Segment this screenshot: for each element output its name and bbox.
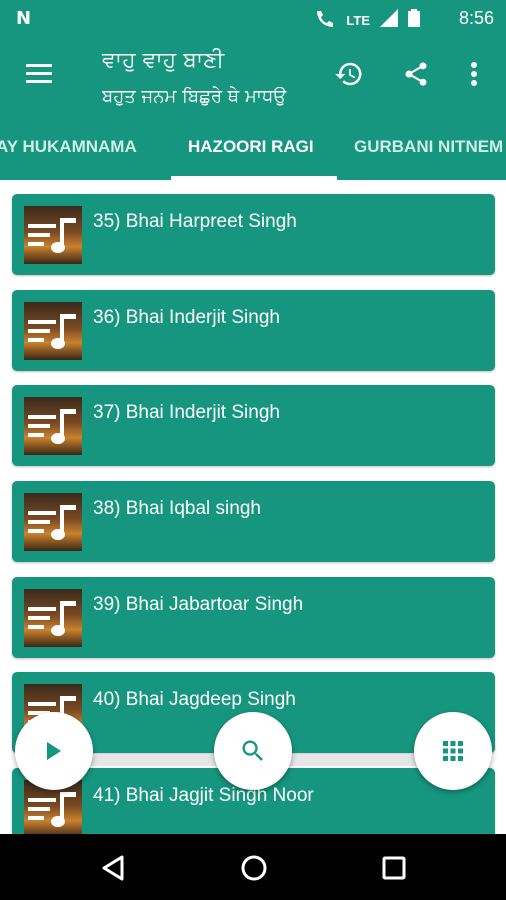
list-item-label: 35) Bhai Harpreet Singh bbox=[93, 211, 297, 232]
wifi-calling-icon bbox=[314, 9, 336, 32]
list-item-label: 36) Bhai Inderjit Singh bbox=[93, 307, 280, 328]
music-thumbnail-icon bbox=[24, 493, 82, 551]
battery-icon bbox=[408, 9, 420, 32]
list-item[interactable]: 37) Bhai Inderjit Singh bbox=[12, 385, 495, 466]
music-thumbnail-icon bbox=[24, 302, 82, 360]
list-item[interactable]: 35) Bhai Harpreet Singh bbox=[12, 194, 495, 275]
search-button[interactable] bbox=[214, 712, 292, 790]
search-icon bbox=[242, 740, 263, 761]
list-item[interactable]: 39) Bhai Jabartoar Singh bbox=[12, 577, 495, 658]
app-title: ਵਾਹੁ ਵਾਹੁ ਬਾਣੀ bbox=[102, 48, 225, 73]
list-item[interactable]: 38) Bhai Iqbal singh bbox=[12, 481, 495, 562]
list-item-label: 39) Bhai Jabartoar Singh bbox=[93, 594, 304, 615]
list-item-label: 38) Bhai Iqbal singh bbox=[93, 498, 261, 519]
music-thumbnail-icon bbox=[24, 589, 82, 647]
menu-icon[interactable] bbox=[26, 64, 52, 84]
back-icon[interactable] bbox=[97, 852, 129, 884]
music-thumbnail-icon bbox=[24, 206, 82, 264]
list-item[interactable]: 36) Bhai Inderjit Singh bbox=[12, 290, 495, 371]
grid-button[interactable] bbox=[414, 712, 492, 790]
status-bar: N LTE 8:56 bbox=[0, 0, 506, 36]
home-icon[interactable] bbox=[238, 852, 270, 884]
status-time: 8:56 bbox=[458, 8, 494, 28]
tab-hazoori-ragi[interactable]: HAZOORI RAGI bbox=[188, 116, 314, 180]
more-vert-icon[interactable] bbox=[458, 58, 490, 90]
share-icon[interactable] bbox=[400, 58, 432, 90]
system-nav-bar bbox=[0, 834, 506, 900]
list-item-label: 40) Bhai Jagdeep Singh bbox=[93, 689, 296, 710]
tab-bar: AY HUKAMNAMA HAZOORI RAGI GURBANI NITNEM bbox=[0, 116, 506, 180]
music-thumbnail-icon bbox=[24, 397, 82, 455]
play-button[interactable] bbox=[15, 712, 93, 790]
recents-icon[interactable] bbox=[378, 852, 410, 884]
history-icon[interactable] bbox=[333, 58, 365, 90]
app-subtitle: ਬਹੁਤ ਜਨਮ ਬਿਛੁਰੇ ਥੇ ਮਾਧਉ bbox=[102, 86, 287, 107]
grid-icon bbox=[443, 741, 463, 761]
system-icons: LTE bbox=[314, 9, 420, 32]
list-item-label: 41) Bhai Jagjit Singh Noor bbox=[93, 785, 314, 806]
list-item-label: 37) Bhai Inderjit Singh bbox=[93, 402, 280, 423]
tab-hukamnama[interactable]: AY HUKAMNAMA bbox=[0, 116, 137, 180]
app-bar: ਵਾਹੁ ਵਾਹੁ ਬਾਣੀ ਬਹੁਤ ਜਨਮ ਬਿਛੁਰੇ ਥੇ ਮਾਧਉ bbox=[0, 36, 506, 116]
network-type-label: LTE bbox=[346, 13, 370, 28]
play-icon bbox=[47, 742, 61, 760]
signal-icon bbox=[380, 9, 398, 32]
tab-gurbani-nitnem[interactable]: GURBANI NITNEM bbox=[354, 116, 503, 180]
notification-n-icon: N bbox=[16, 8, 32, 29]
